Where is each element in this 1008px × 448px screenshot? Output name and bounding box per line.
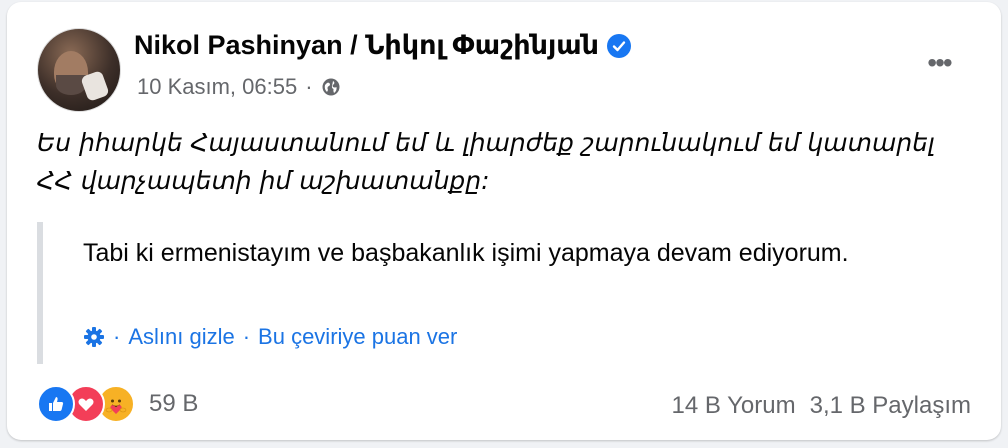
link-separator: ·: [113, 324, 121, 349]
translation-text: Tabi ki ermenistayım ve başbakanlık işim…: [83, 239, 849, 267]
post-card: Nikol Pashinyan / Նիկոլ Փաշինյան 10 Kası…: [7, 2, 1001, 440]
reaction-count[interactable]: 59 B: [149, 390, 198, 418]
more-options-button[interactable]: •••: [919, 47, 959, 78]
comments-count[interactable]: 14 B Yorum: [672, 392, 796, 420]
meta-separator: ·: [305, 74, 313, 99]
checkmark-icon: [612, 40, 626, 51]
avatar[interactable]: [37, 28, 121, 112]
avatar-microphone-hand: [80, 70, 110, 102]
author-row: Nikol Pashinyan / Նիկոլ Փաշինյան: [134, 30, 631, 61]
shares-count[interactable]: 3,1 B Paylaşım: [810, 392, 971, 420]
like-reaction-icon: [37, 385, 75, 423]
link-separator: ·: [242, 324, 251, 349]
engagement-stats: 14 B Yorum 3,1 B Paylaşım: [672, 392, 972, 420]
translation-block: Tabi ki ermenistayım ve başbakanlık işim…: [37, 222, 983, 364]
post-timestamp[interactable]: 10 Kasım, 06:55: [137, 74, 297, 100]
gear-icon[interactable]: [83, 326, 105, 348]
post-original-text: Ես իհարկե Հայաստանում եմ և լիարժեք շարու…: [37, 128, 935, 195]
globe-icon[interactable]: [321, 77, 341, 97]
hide-original-link[interactable]: Aslını gizle: [128, 324, 234, 350]
author-name[interactable]: Nikol Pashinyan / Նիկոլ Փաշինյան: [134, 30, 599, 61]
rate-translation-link[interactable]: Bu çeviriye puan ver: [258, 324, 457, 350]
post-meta: 10 Kasım, 06:55 ·: [137, 74, 341, 100]
translation-actions: · Aslını gizle · Bu çeviriye puan ver: [83, 324, 457, 350]
reactions-summary[interactable]: 59 B: [37, 385, 198, 423]
verified-badge-icon: [606, 33, 631, 58]
